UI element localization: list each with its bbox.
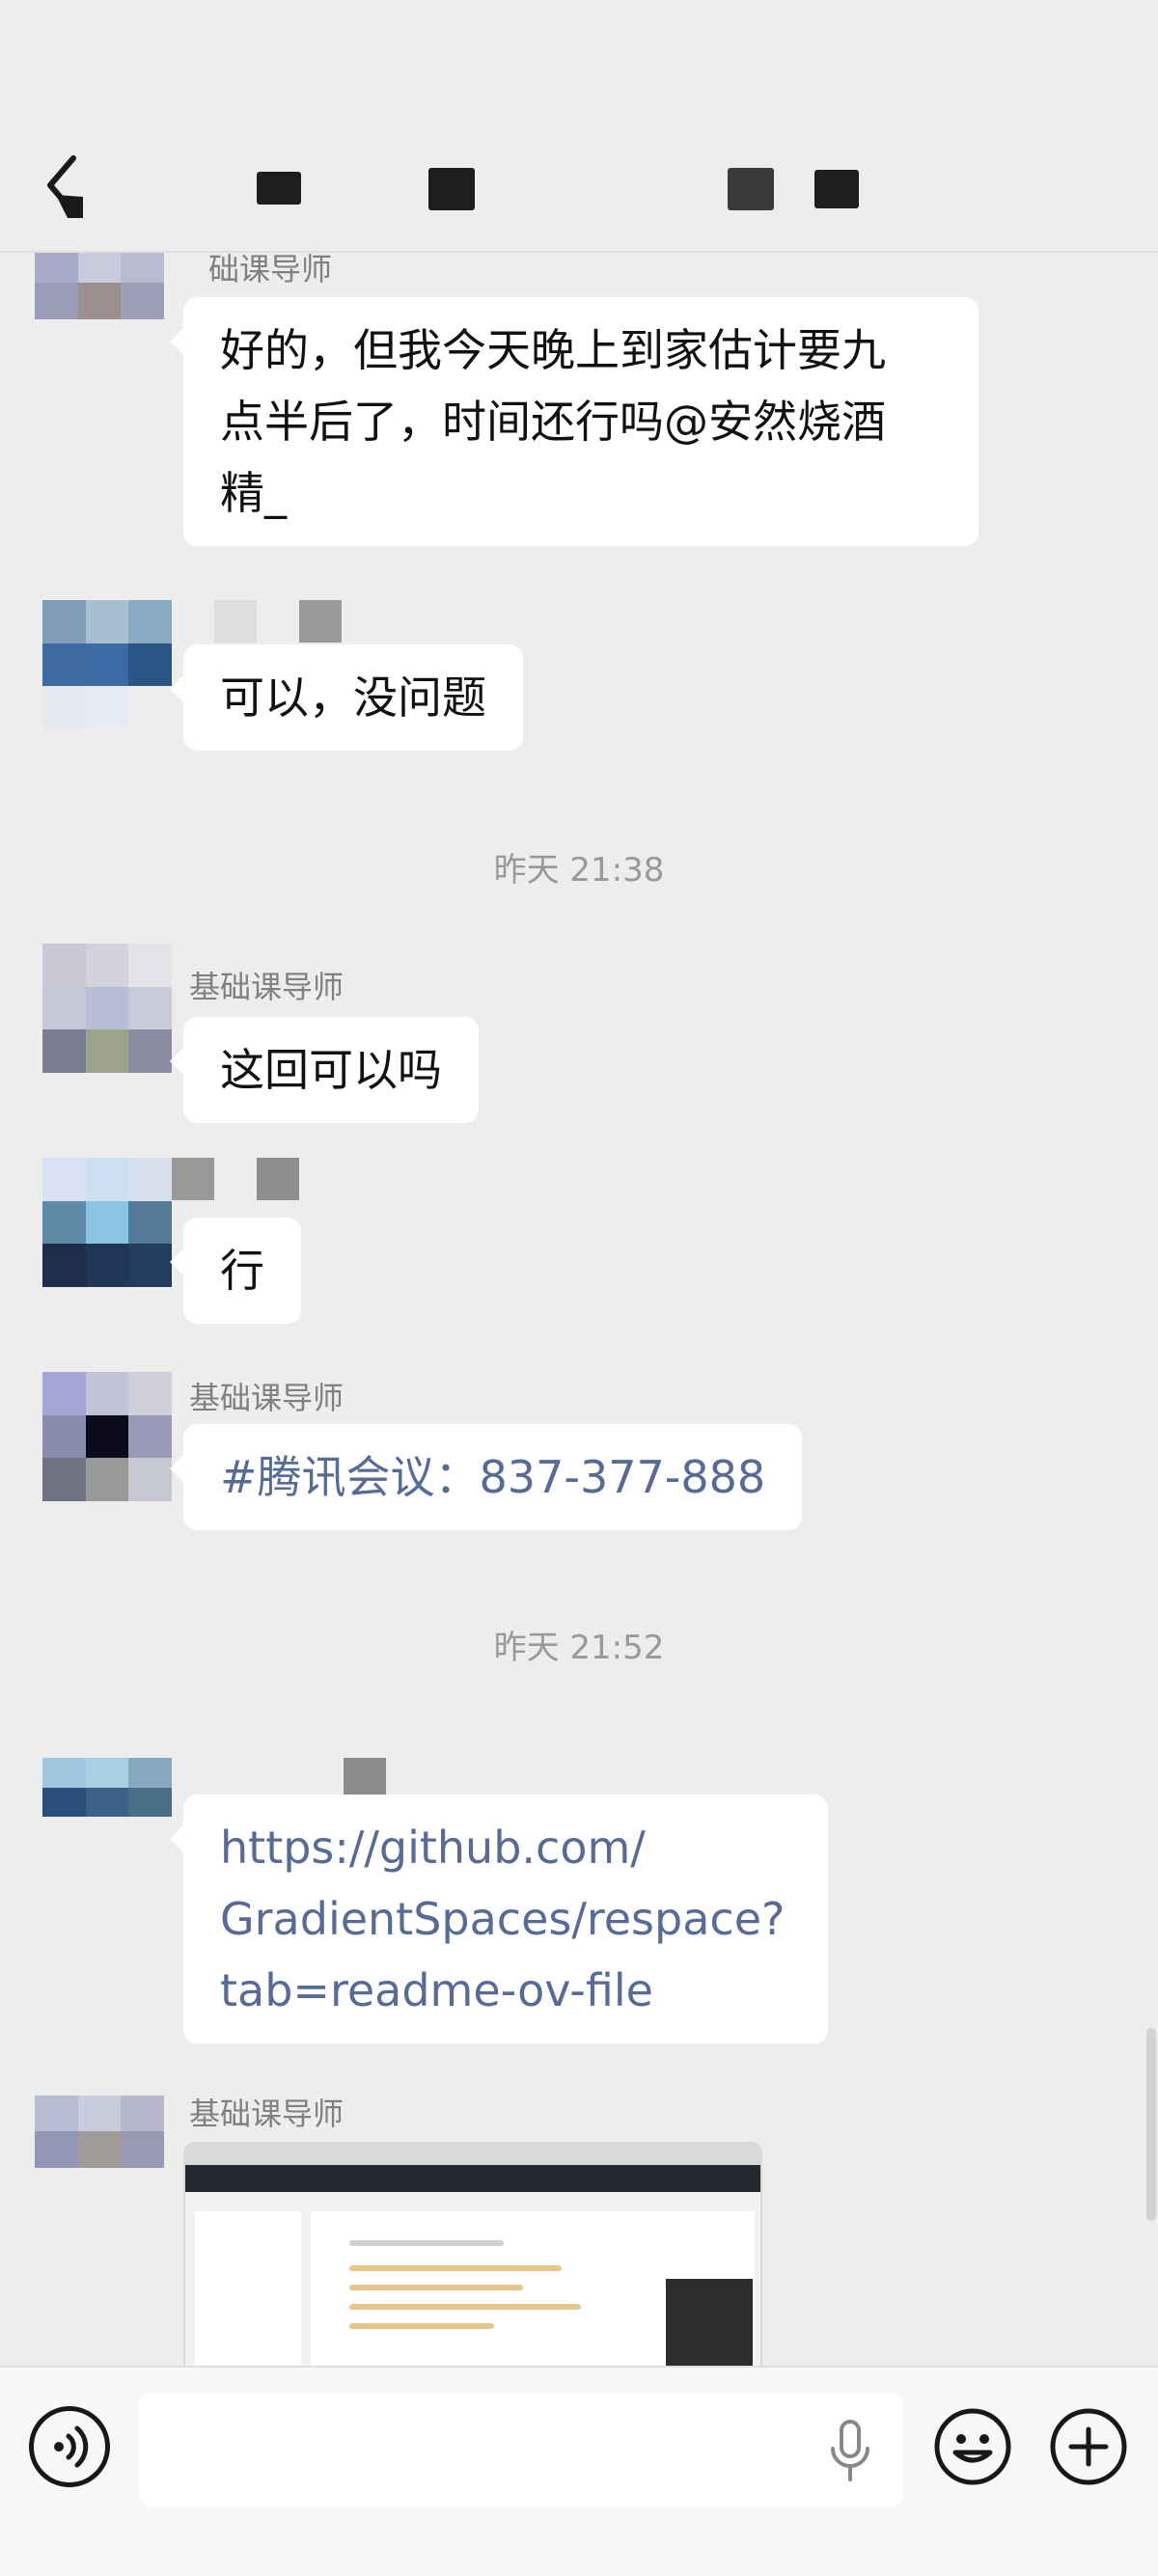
chat-title-redacted [428,168,475,210]
image-message-thumbnail[interactable] [183,2142,762,2383]
message-text: 可以，没问题 [220,671,486,724]
message-bubble[interactable]: 可以，没问题 [170,644,523,751]
chevron-left-icon [47,155,83,218]
meeting-link-text[interactable]: #腾讯会议：837-377-888 [220,1441,765,1513]
avatar[interactable] [35,2096,164,2204]
message-bubble[interactable]: 行 [170,1218,301,1324]
message-text: 行 [220,1245,264,1297]
message-bubble[interactable]: https://github.com/ GradientSpaces/respa… [170,1795,828,2043]
message-list[interactable]: 础课导师 好的，但我今天晚上到家估计要九 点半后了，时间还行吗@安然烧酒 精_ … [0,253,1158,2366]
voice-icon [54,2425,89,2468]
sender-name-redacted [172,1158,299,1200]
message-line: 点半后了，时间还行吗@安然烧酒 [220,396,886,448]
message-bubble[interactable]: 这回可以吗 [170,1017,479,1123]
sender-name: 基础课导师 [189,2096,345,2132]
avatar[interactable] [42,944,172,1073]
chat-header [0,0,1158,253]
more-button[interactable] [1048,2406,1129,2487]
avatar[interactable] [42,1372,172,1501]
message-bubble[interactable]: 好的，但我今天晚上到家估计要九 点半后了，时间还行吗@安然烧酒 精_ [170,297,979,546]
avatar[interactable] [35,253,164,355]
message-line: 精_ [220,467,287,519]
back-button[interactable] [39,154,96,222]
message-text: 这回可以吗 [220,1044,442,1096]
avatar[interactable] [42,600,172,729]
sender-name: 基础课导师 [189,969,345,1005]
timestamp: 昨天 21:52 [493,1629,665,1667]
chat-title-redacted [257,172,301,205]
url-line[interactable]: GradientSpaces/respace? [220,1883,791,1955]
avatar[interactable] [42,1758,172,1847]
message-bubble[interactable]: #腾讯会议：837-377-888 [169,1424,803,1530]
input-bar [0,2366,1158,2576]
message-input[interactable] [139,2393,903,2507]
emoji-icon [934,2408,1011,2485]
sender-name: 基础课导师 [189,1380,345,1416]
timestamp: 昨天 21:38 [493,851,665,890]
chat-title-redacted [814,170,859,208]
sender-name-redacted [214,600,342,643]
url-line[interactable]: tab=readme-ov-file [220,1955,791,2026]
voice-mode-button[interactable] [29,2406,110,2487]
chat-title-redacted [728,168,774,210]
url-line[interactable]: https://github.com/ [220,1812,791,1883]
mic-icon[interactable] [826,2418,874,2485]
scrollbar[interactable] [1146,2028,1156,2221]
message-line: 好的，但我今天晚上到家估计要九 [220,324,886,376]
avatar[interactable] [42,1158,172,1287]
sender-name: 础课导师 [208,253,333,288]
emoji-button[interactable] [932,2406,1013,2487]
plus-icon [1050,2408,1127,2485]
